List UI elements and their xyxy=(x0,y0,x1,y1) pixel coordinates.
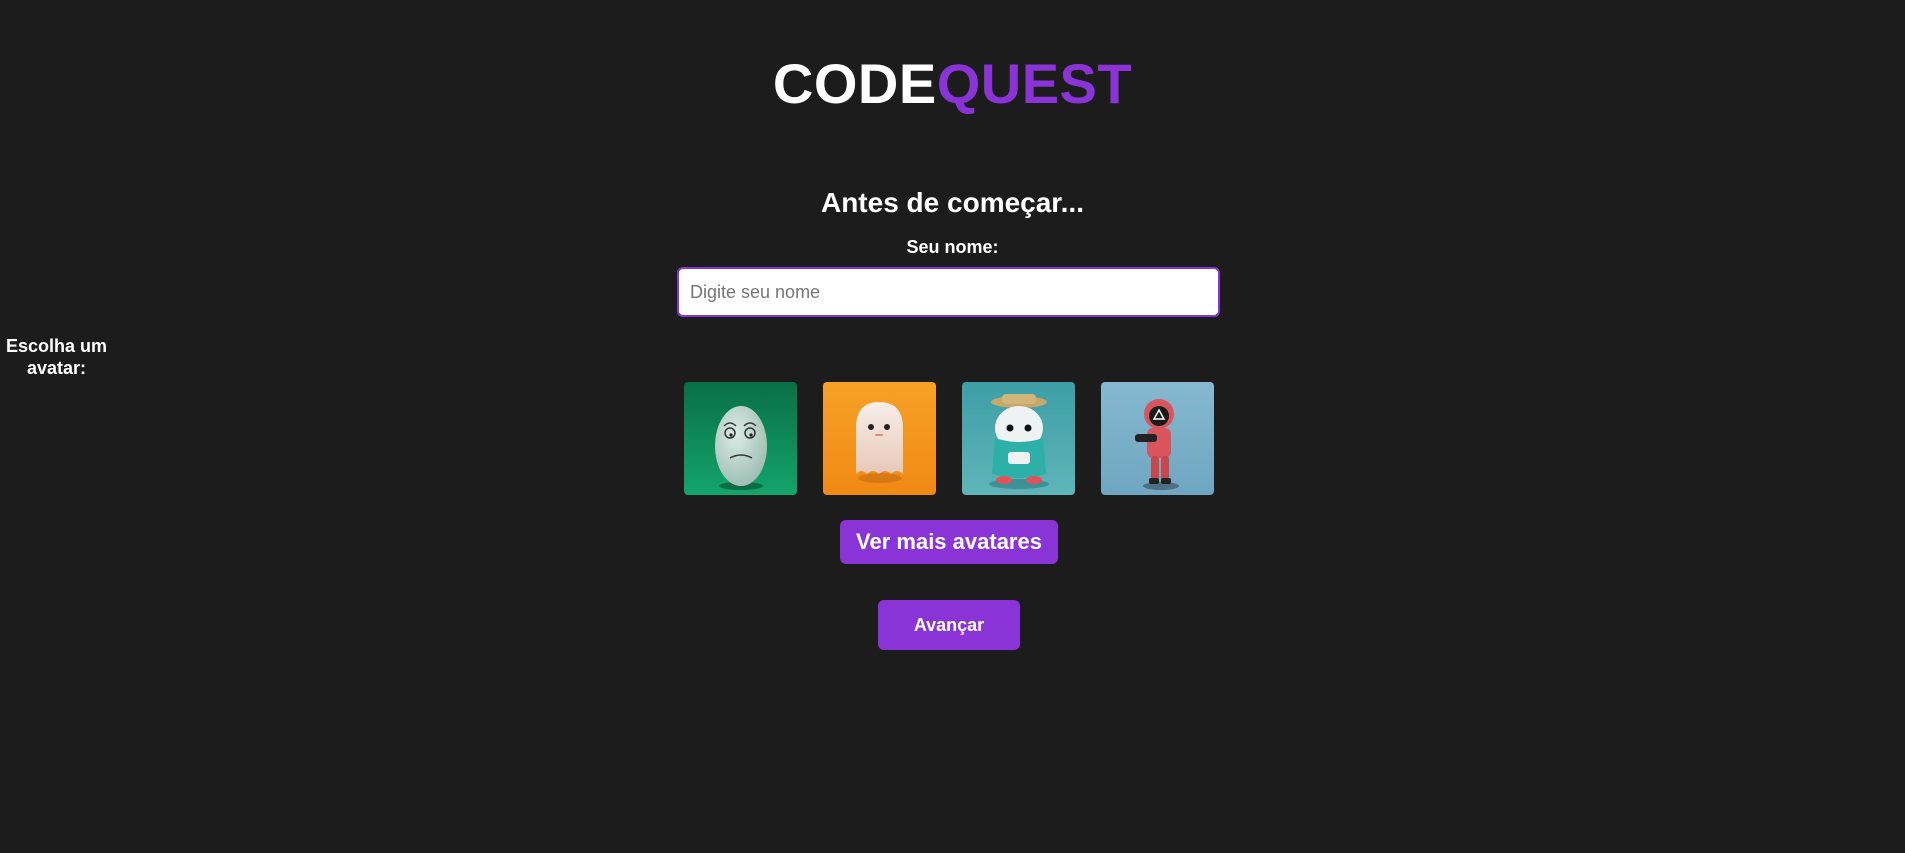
avatar-label: Escolha um avatar: xyxy=(5,336,108,378)
logo-code-text: CODE xyxy=(772,52,937,115)
next-button[interactable]: Avançar xyxy=(878,600,1020,650)
name-label: Seu nome: xyxy=(906,237,999,257)
avatar-list xyxy=(684,382,1214,495)
name-input[interactable] xyxy=(677,267,1220,317)
page: CODEQUEST Antes de começar... Seu nome: … xyxy=(0,0,1905,853)
masked-guard-avatar-icon xyxy=(1101,382,1214,495)
logo-quest-text: QUEST xyxy=(936,52,1133,115)
avatar-option-1[interactable] xyxy=(684,382,797,495)
avatar-option-3[interactable] xyxy=(962,382,1075,495)
form-heading: Antes de começar... xyxy=(820,187,1084,218)
explorer-creature-avatar-icon xyxy=(962,382,1075,495)
more-avatars-button[interactable]: Ver mais avatares xyxy=(840,520,1058,564)
avatar-option-2[interactable] xyxy=(823,382,936,495)
avatar-option-4[interactable] xyxy=(1101,382,1214,495)
ghost-avatar-icon xyxy=(823,382,936,495)
logo: CODEQUEST xyxy=(0,52,1905,116)
sad-egg-avatar-icon xyxy=(684,382,797,495)
